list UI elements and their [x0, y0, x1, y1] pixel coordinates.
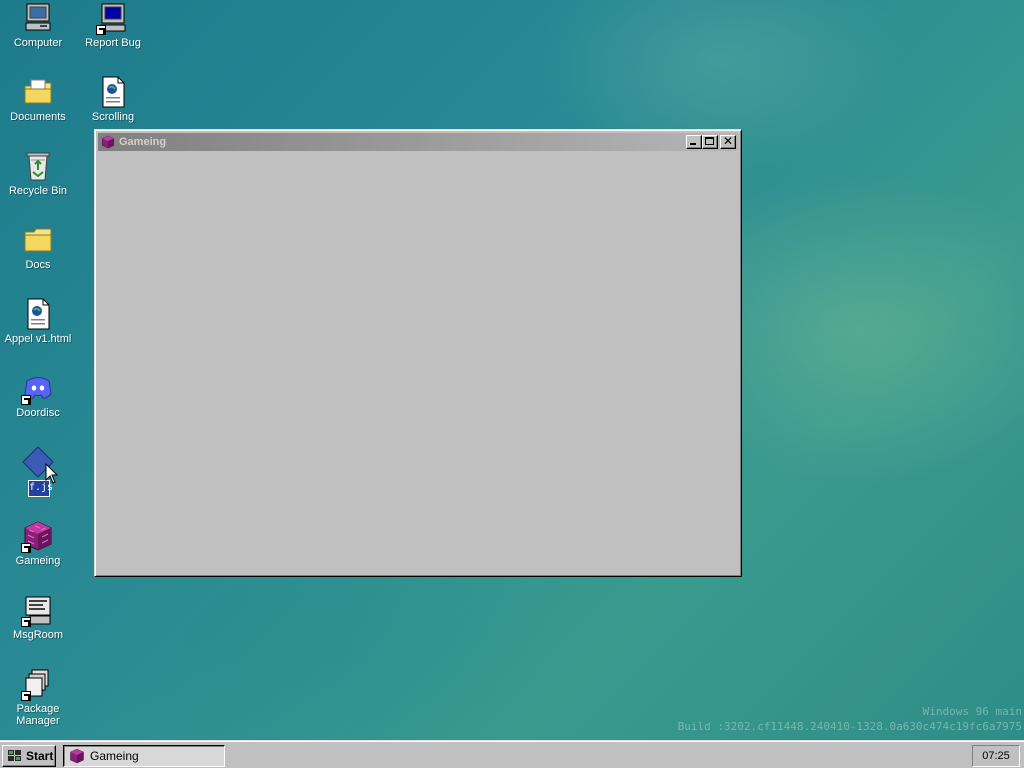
html-document-icon — [97, 76, 129, 108]
minimize-icon — [690, 143, 696, 145]
desktop-icon-label: Package Manager — [16, 703, 60, 727]
report-bug-icon — [96, 2, 129, 35]
system-tray: 07:25 — [972, 745, 1020, 767]
shortcut-arrow-icon — [21, 691, 31, 701]
window-title: Gameing — [119, 136, 167, 148]
desktop-icon-fjs[interactable]: f.js — [0, 446, 76, 501]
desktop-icon-gameing[interactable]: Gameing — [0, 520, 76, 567]
window-controls: ✕ — [686, 134, 736, 149]
desktop-icon-recycle-bin[interactable]: Recycle Bin — [0, 150, 76, 197]
desktop-icon-label: Computer — [13, 37, 63, 49]
shortcut-arrow-icon — [21, 543, 31, 553]
desktop-icon-label: Scrolling — [91, 111, 135, 123]
maximize-icon — [705, 137, 714, 145]
desktop-icon-doordisc[interactable]: Doordisc — [0, 372, 76, 419]
watermark-line-2: Build :3202.cf11448.240410-1328.0a630c47… — [677, 720, 1022, 733]
shortcut-arrow-icon — [21, 395, 31, 405]
desktop-icon-label: Docs — [25, 259, 51, 271]
desktop-icon-msgroom[interactable]: MsgRoom — [0, 594, 76, 641]
close-button[interactable]: ✕ — [720, 134, 736, 149]
close-icon: ✕ — [722, 134, 734, 148]
desktop-icon-label: Doordisc — [16, 407, 60, 419]
desktop-icon-label: MsgRoom — [12, 629, 64, 641]
desktop-icon-report-bug[interactable]: Report Bug — [75, 2, 151, 49]
desktop-icon-docs[interactable]: Docs — [0, 224, 76, 271]
desktop-icon-scrolling[interactable]: Scrolling — [75, 76, 151, 123]
package-manager-icon — [21, 668, 54, 701]
recycle-bin-icon — [22, 150, 54, 182]
desktop-icon-label: Recycle Bin — [8, 185, 68, 197]
desktop-icon-computer[interactable]: Computer — [0, 2, 76, 49]
window-content[interactable] — [98, 152, 738, 573]
start-label: Start — [26, 749, 54, 763]
msgroom-icon — [21, 594, 54, 627]
desktop-icon-label: Gameing — [15, 555, 61, 567]
taskbar-item-gameing[interactable]: Gameing — [63, 745, 225, 767]
desktop-icon-label: Report Bug — [85, 37, 141, 49]
discord-icon — [21, 372, 54, 405]
documents-folder-icon — [22, 76, 54, 108]
computer-icon — [22, 2, 54, 34]
game-cube-icon — [101, 135, 115, 149]
taskbar: Start Gameing 07:25 — [0, 740, 1024, 768]
shortcut-arrow-icon — [21, 617, 31, 627]
minimize-button[interactable] — [686, 135, 702, 149]
gameing-window[interactable]: Gameing ✕ — [94, 129, 742, 577]
start-button[interactable]: Start — [2, 745, 56, 767]
shortcut-arrow-icon — [96, 25, 106, 35]
game-cube-icon — [21, 520, 54, 553]
build-watermark: Windows 96 main Build :3202.cf11448.2404… — [678, 704, 1022, 734]
desktop-icon-label: Documents — [10, 111, 66, 123]
window-titlebar[interactable]: Gameing ✕ — [98, 133, 738, 151]
desktop-icon-appel[interactable]: Appel v1.html — [0, 298, 76, 345]
html-document-icon — [22, 298, 54, 330]
clock[interactable]: 07:25 — [982, 750, 1010, 762]
watermark-line-1: Windows 96 main — [922, 705, 1022, 718]
taskbar-item-label: Gameing — [90, 749, 139, 763]
desktop-icon-documents[interactable]: Documents — [0, 76, 76, 123]
mouse-cursor-icon — [45, 462, 59, 485]
desktop-icon-label: Appel v1.html — [4, 333, 72, 345]
folder-icon — [22, 224, 54, 256]
maximize-button[interactable] — [702, 135, 718, 149]
desktop-icon-package-manager[interactable]: Package Manager — [0, 668, 76, 727]
start-logo-icon — [7, 749, 23, 763]
game-cube-icon — [69, 748, 85, 764]
